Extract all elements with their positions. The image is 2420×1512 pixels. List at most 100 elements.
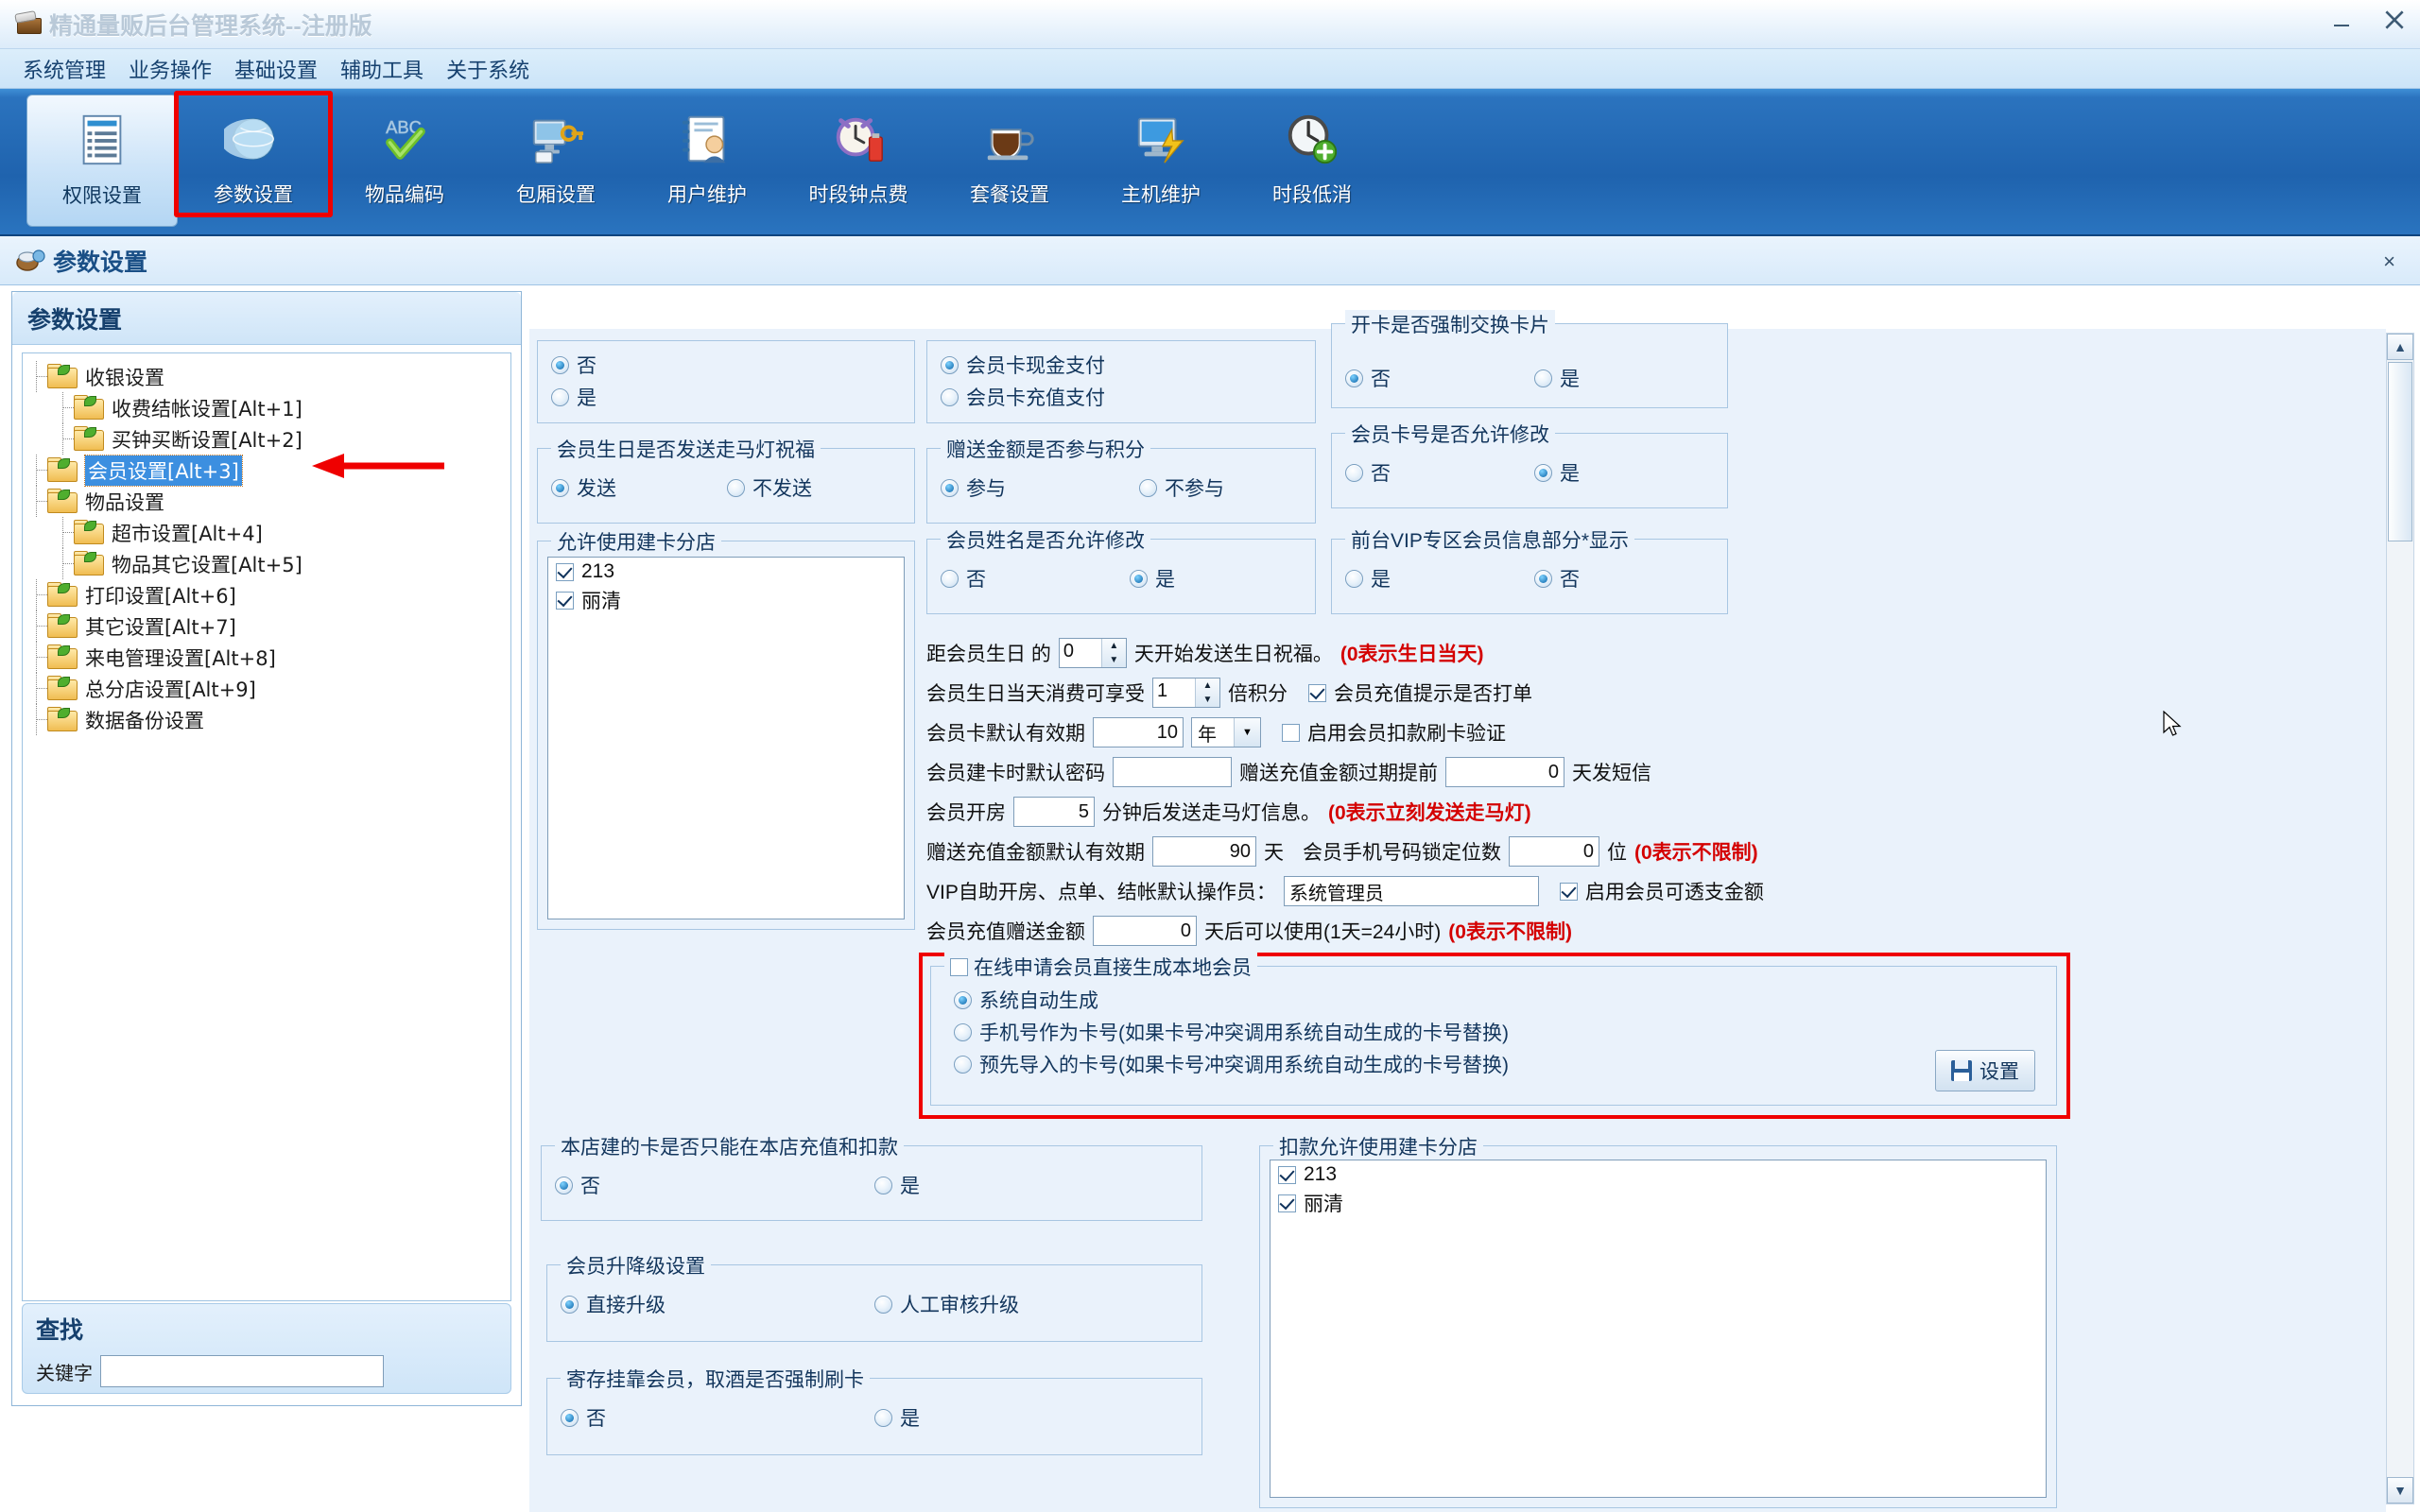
radio-name-no[interactable]: 否 bbox=[941, 564, 1130, 593]
close-icon[interactable]: × bbox=[2383, 249, 2395, 274]
tree-item-calls[interactable]: 来电管理设置[Alt+8] bbox=[26, 642, 510, 673]
toolbar-button-min-charge[interactable]: 时段低消 bbox=[1236, 94, 1388, 227]
tree-item-goods-other[interactable]: 物品其它设置[Alt+5] bbox=[26, 548, 510, 579]
menu-item-system[interactable]: 系统管理 bbox=[11, 50, 117, 88]
radio-send[interactable]: 发送 bbox=[551, 473, 727, 502]
checkbox-deduct-swipe-verify[interactable]: 启用会员扣款刷卡验证 bbox=[1282, 718, 1506, 747]
radio-not-send[interactable]: 不发送 bbox=[727, 473, 812, 502]
spinner-up-icon[interactable]: ▲ bbox=[1196, 679, 1219, 693]
radio-cardno-no[interactable]: 否 bbox=[1345, 458, 1534, 487]
radio-icon bbox=[551, 478, 569, 497]
radio-vip-yes[interactable]: 是 bbox=[1345, 564, 1534, 593]
tree-item-print[interactable]: 打印设置[Alt+6] bbox=[26, 579, 510, 610]
toolbar-button-parameters[interactable]: 参数设置 bbox=[174, 91, 333, 227]
radio-direct-upgrade[interactable]: 直接升级 bbox=[561, 1290, 874, 1318]
toolbar-button-package-settings[interactable]: 套餐设置 bbox=[934, 94, 1085, 227]
settings-tree[interactable]: 收银设置 收费结帐设置[Alt+1] 买钟买断设置[Alt+2] 会员设置[Al… bbox=[22, 352, 511, 1301]
card-validity-unit-select[interactable]: 年 ▼ bbox=[1191, 717, 1261, 747]
row-prefix: VIP自助开房、点单、结帐默认操作员： bbox=[926, 882, 1276, 903]
radio-icon bbox=[1534, 569, 1552, 588]
radio-manual-upgrade[interactable]: 人工审核升级 bbox=[874, 1290, 1019, 1318]
list-item[interactable]: 213 bbox=[1270, 1160, 2046, 1189]
radio-auto-generate[interactable]: 系统自动生成 bbox=[954, 984, 2056, 1016]
checkbox-recharge-print[interactable]: 会员充值提示是否打单 bbox=[1308, 679, 1532, 707]
tree-item-supermarket[interactable]: 超市设置[Alt+4] bbox=[26, 517, 510, 548]
menu-item-business[interactable]: 业务操作 bbox=[117, 50, 223, 88]
tree-item-other[interactable]: 其它设置[Alt+7] bbox=[26, 610, 510, 642]
spinner-down-icon[interactable]: ▼ bbox=[1196, 693, 1219, 707]
toolbar-button-item-code[interactable]: ABC 物品编码 bbox=[329, 94, 480, 227]
radio-name-yes[interactable]: 是 bbox=[1130, 564, 1175, 593]
tree-item-checkout[interactable]: 收费结帐设置[Alt+1] bbox=[26, 392, 510, 423]
folder-icon bbox=[47, 613, 79, 639]
gift-validity-input[interactable] bbox=[1152, 836, 1256, 867]
checkbox-allow-overdraft[interactable]: 启用会员可透支金额 bbox=[1559, 877, 1764, 905]
phone-lock-digits-input[interactable] bbox=[1509, 836, 1599, 867]
list-item[interactable]: 丽清 bbox=[1270, 1189, 2046, 1217]
scroll-down-icon[interactable]: ▼ bbox=[2387, 1477, 2413, 1503]
radio-topleft-no[interactable]: 否 bbox=[551, 349, 914, 381]
radio-cardno-yes[interactable]: 是 bbox=[1534, 458, 1580, 487]
minimize-button[interactable] bbox=[2325, 6, 2358, 34]
group-title-with-checkbox[interactable]: 在线申请会员直接生成本地会员 bbox=[944, 953, 1257, 981]
radio-label: 预先导入的卡号(如果卡号冲突调用系统自动生成的卡号替换) bbox=[979, 1055, 1509, 1076]
toolbar-button-host-maintenance[interactable]: 主机维护 bbox=[1085, 94, 1236, 227]
default-password-input[interactable] bbox=[1113, 757, 1232, 787]
radio-deposit-yes[interactable]: 是 bbox=[874, 1403, 920, 1432]
toolbar-button-room-settings[interactable]: 包厢设置 bbox=[480, 94, 631, 227]
radio-not-participate[interactable]: 不参与 bbox=[1139, 473, 1224, 502]
radio-card-recharge[interactable]: 会员卡充值支付 bbox=[941, 381, 1315, 413]
radio-local-yes[interactable]: 是 bbox=[874, 1171, 920, 1199]
tree-item-member[interactable]: 会员设置[Alt+3] bbox=[26, 454, 510, 487]
tree-item-buyclock[interactable]: 买钟买断设置[Alt+2] bbox=[26, 423, 510, 455]
menu-item-basic[interactable]: 基础设置 bbox=[223, 50, 329, 88]
radio-swap-no[interactable]: 否 bbox=[1345, 364, 1534, 392]
allowed-branches-listbox[interactable]: 213 丽清 bbox=[547, 557, 905, 919]
title-bar: 精通量贩后台管理系统--注册版 bbox=[0, 0, 2420, 49]
birthday-points-spinner[interactable]: 1 ▲ ▼ bbox=[1152, 678, 1220, 708]
radio-participate[interactable]: 参与 bbox=[941, 473, 1139, 502]
tree-item-cashier[interactable]: 收银设置 bbox=[26, 361, 510, 392]
deduct-branches-listbox[interactable]: 213 丽清 bbox=[1270, 1160, 2047, 1498]
list-item[interactable]: 213 bbox=[548, 558, 904, 586]
radio-phone-as-cardno[interactable]: 手机号作为卡号(如果卡号冲突调用系统自动生成的卡号替换) bbox=[954, 1016, 2056, 1048]
radio-deposit-no[interactable]: 否 bbox=[561, 1403, 874, 1432]
menu-item-about[interactable]: 关于系统 bbox=[435, 50, 541, 88]
checkbox-icon[interactable] bbox=[950, 957, 968, 976]
open-room-delay-input[interactable] bbox=[1013, 797, 1095, 827]
toolbar-label: 物品编码 bbox=[365, 184, 444, 206]
spinner-buttons[interactable]: ▲ ▼ bbox=[1195, 679, 1219, 707]
scroll-up-icon[interactable]: ▲ bbox=[2387, 334, 2413, 360]
toolbar-button-user-maintenance[interactable]: 用户维护 bbox=[631, 94, 783, 227]
find-keyword-input[interactable] bbox=[100, 1355, 384, 1387]
radio-preimported-cardno[interactable]: 预先导入的卡号(如果卡号冲突调用系统自动生成的卡号替换) bbox=[954, 1048, 2056, 1080]
tree-item-backup[interactable]: 数据备份设置 bbox=[26, 704, 510, 735]
vip-operator-input[interactable] bbox=[1283, 876, 1539, 906]
toolbar: 权限设置 参数设置 ABC 物品编码 包厢设置 用户维护 时段钟点费 套餐设置 … bbox=[0, 89, 2420, 236]
radio-swap-yes[interactable]: 是 bbox=[1534, 364, 1580, 392]
list-item[interactable]: 丽清 bbox=[548, 586, 904, 614]
birthday-days-spinner[interactable]: 0 ▲ ▼ bbox=[1058, 638, 1127, 668]
spinner-up-icon[interactable]: ▲ bbox=[1102, 639, 1126, 653]
tree-item-goods[interactable]: 物品设置 bbox=[26, 486, 510, 517]
spinner-buttons[interactable]: ▲ ▼ bbox=[1100, 639, 1126, 667]
radio-topleft-yes[interactable]: 是 bbox=[551, 381, 914, 413]
recharge-gift-delay-input[interactable] bbox=[1093, 916, 1197, 946]
toolbar-button-permissions[interactable]: 权限设置 bbox=[26, 94, 178, 227]
chevron-down-icon[interactable]: ▼ bbox=[1234, 718, 1260, 747]
scrollbar-thumb[interactable] bbox=[2388, 362, 2412, 541]
save-button[interactable]: 设置 bbox=[1935, 1050, 2035, 1091]
tree-item-branches[interactable]: 总分店设置[Alt+9] bbox=[26, 673, 510, 704]
radio-local-no[interactable]: 否 bbox=[555, 1171, 874, 1199]
close-icon[interactable] bbox=[2378, 6, 2411, 34]
radio-label: 是 bbox=[577, 387, 596, 409]
gift-expire-notice-input[interactable] bbox=[1445, 757, 1564, 787]
group-title: 会员卡号是否允许修改 bbox=[1345, 420, 1555, 448]
radio-card-cash[interactable]: 会员卡现金支付 bbox=[941, 349, 1315, 381]
toolbar-button-hourly-fee[interactable]: 时段钟点费 bbox=[783, 94, 934, 227]
card-validity-input[interactable] bbox=[1093, 717, 1184, 747]
menu-item-tools[interactable]: 辅助工具 bbox=[329, 50, 435, 88]
spinner-down-icon[interactable]: ▼ bbox=[1102, 653, 1126, 667]
radio-vip-no[interactable]: 否 bbox=[1534, 564, 1580, 593]
vertical-scrollbar[interactable]: ▲ ▼ bbox=[2386, 333, 2414, 1504]
